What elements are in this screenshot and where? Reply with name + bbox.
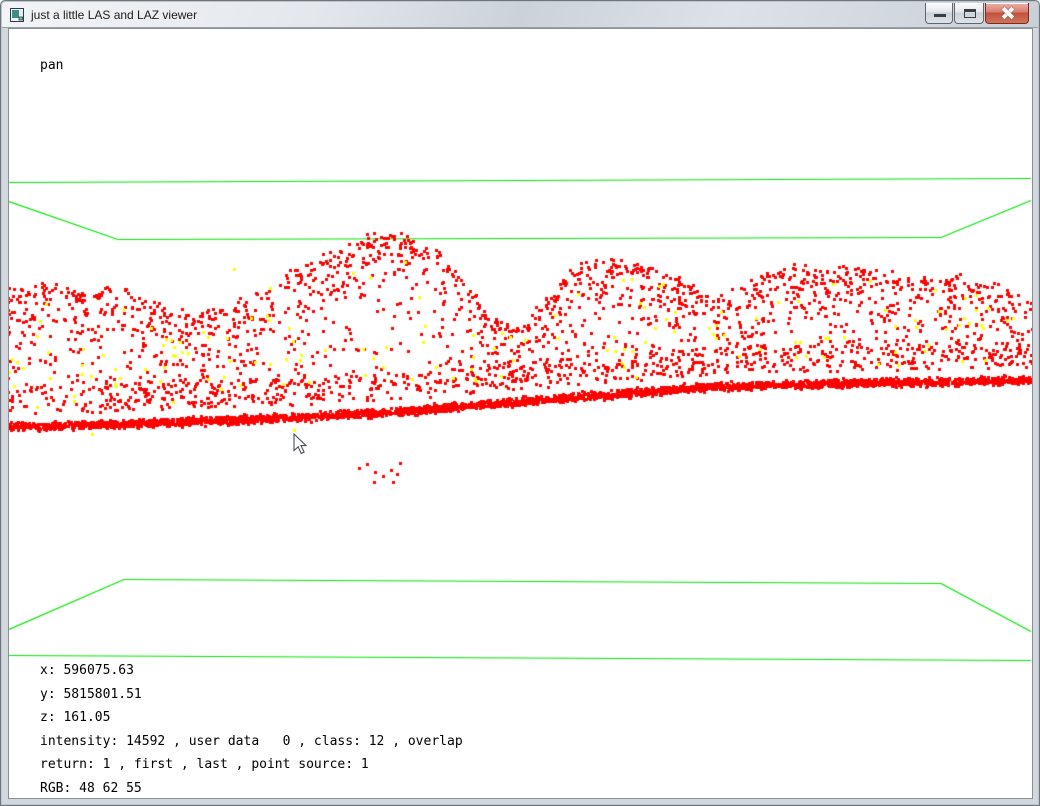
status-return: return: 1 , first , last , point source:… bbox=[40, 753, 463, 777]
status-panel: x: 596075.63 y: 5815801.51 z: 161.05 int… bbox=[40, 659, 463, 801]
titlebar[interactable]: just a little LAS and LAZ viewer bbox=[2, 2, 1038, 28]
window-title: just a little LAS and LAZ viewer bbox=[31, 8, 197, 22]
status-rgb: RGB: 48 62 55 bbox=[40, 777, 463, 801]
maximize-button[interactable] bbox=[954, 3, 984, 24]
viewport: pan x: 596075.63 y: 5815801.51 z: 161.05… bbox=[8, 28, 1033, 799]
caption-buttons bbox=[924, 3, 1029, 24]
close-button[interactable] bbox=[985, 3, 1029, 24]
status-x: x: 596075.63 bbox=[40, 659, 463, 683]
mode-label: pan bbox=[40, 58, 63, 73]
maximize-icon bbox=[964, 9, 976, 18]
minimize-icon bbox=[934, 14, 946, 17]
app-icon bbox=[10, 8, 25, 23]
status-intensity: intensity: 14592 , user data 0 , class: … bbox=[40, 730, 463, 754]
status-y: y: 5815801.51 bbox=[40, 683, 463, 707]
close-icon bbox=[1000, 6, 1015, 20]
minimize-button[interactable] bbox=[925, 3, 953, 24]
app-window: just a little LAS and LAZ viewer pan x: … bbox=[0, 0, 1040, 806]
status-z: z: 161.05 bbox=[40, 706, 463, 730]
